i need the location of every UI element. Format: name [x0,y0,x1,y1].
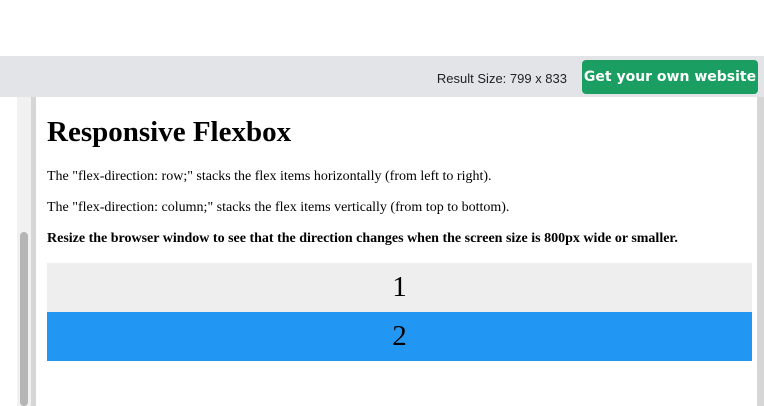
result-frame: Responsive Flexbox The "flex-direction: … [36,97,757,406]
scrollbar-thumb[interactable] [20,232,28,406]
paragraph-row-description: The "flex-direction: row;" stacks the fl… [47,169,492,184]
top-blank-area [0,0,764,56]
paragraph-resize-instruction: Resize the browser window to see that th… [47,231,678,246]
get-your-own-website-button[interactable]: Get your own website [582,60,758,94]
frame-border-right [757,97,764,406]
flex-item-1: 1 [47,263,752,312]
flex-item-2: 2 [47,312,752,361]
result-toolbar: Result Size: 799 x 833 Get your own webs… [0,56,764,97]
page-title: Responsive Flexbox [47,116,292,148]
result-size-label: Result Size: 799 x 833 [436,71,567,86]
paragraph-column-description: The "flex-direction: column;" stacks the… [47,200,510,215]
